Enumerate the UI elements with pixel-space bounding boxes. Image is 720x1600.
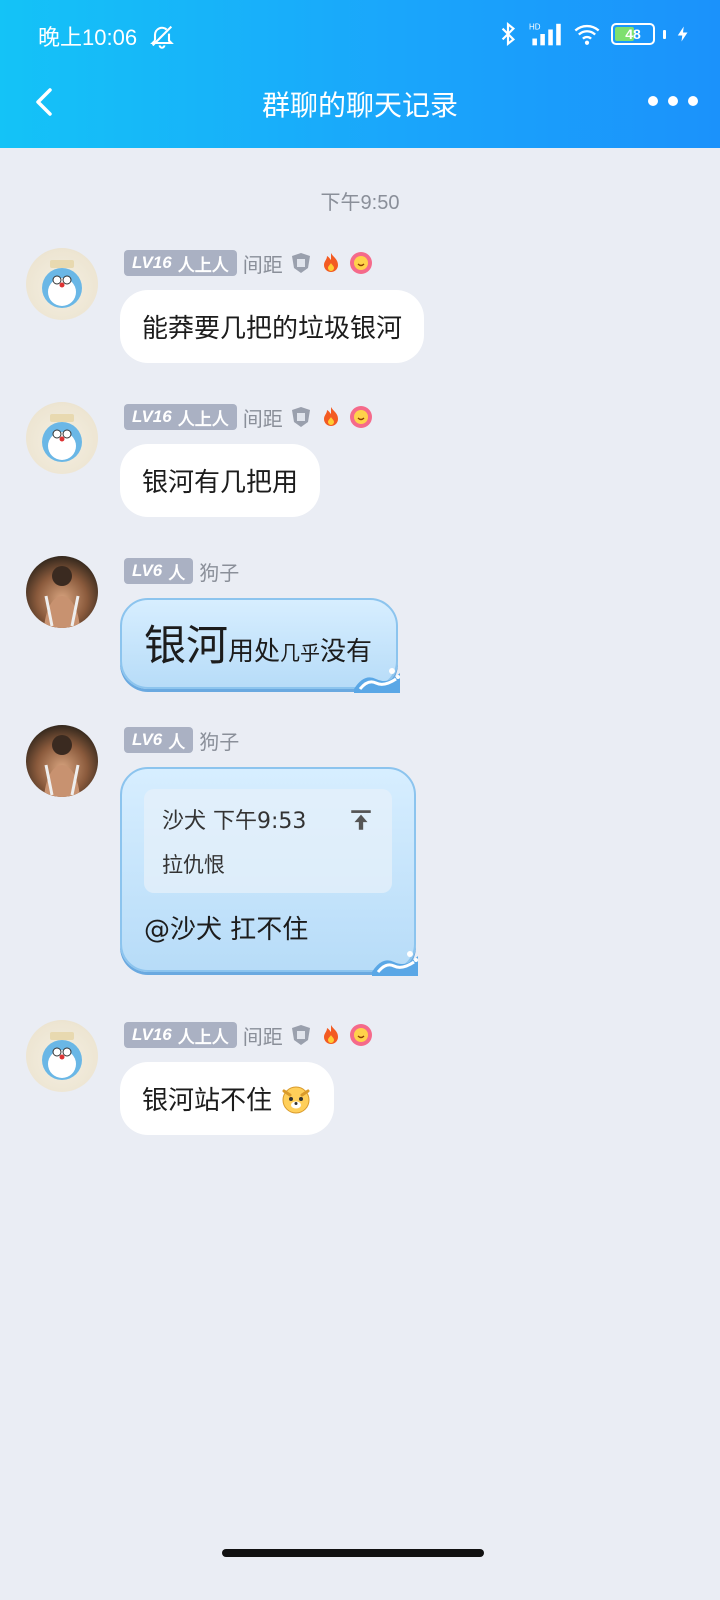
flower-face-icon: [349, 406, 372, 428]
message-bubble[interactable]: 能莽要几把的垃圾银河: [120, 290, 425, 363]
level-badge: LV6 人: [124, 727, 194, 753]
shield-badge-icon: [291, 1025, 310, 1045]
sender-name: 狗子: [199, 729, 240, 754]
fire-icon: [323, 253, 338, 272]
avatar[interactable]: [26, 556, 98, 628]
flower-face-icon: [349, 252, 372, 274]
reply-message-bubble[interactable]: 沙犬 下午9:53 拉仇恨 @沙犬 扛不住: [120, 767, 418, 976]
signal-icon: HD: [529, 22, 561, 46]
shield-badge-icon: [291, 407, 310, 427]
flower-face-icon: [349, 1024, 372, 1046]
sender-name: 间距: [242, 252, 283, 277]
avatar[interactable]: [26, 248, 98, 320]
wave-decoration-icon: [372, 951, 418, 976]
message-bubble[interactable]: 银河用处几乎没有: [120, 598, 401, 693]
header: 晚上10:06 HD 48 群聊的聊天记录: [0, 0, 720, 148]
person-avatar-icon: [44, 735, 80, 797]
wifi-icon: [574, 24, 600, 45]
page-title: 群聊的聊天记录: [261, 89, 458, 122]
level-badge: LV16 人上人: [124, 250, 237, 276]
avatar[interactable]: [26, 1020, 98, 1092]
sender-name: 间距: [242, 406, 283, 431]
message-bubble[interactable]: 银河有几把用: [120, 444, 321, 517]
doraemon-avatar-icon: [42, 414, 82, 462]
bell-off-icon: [150, 25, 174, 49]
level-badge: LV6 人: [124, 558, 194, 584]
reply-text: @沙犬 扛不住: [144, 915, 309, 945]
quoted-message[interactable]: 沙犬 下午9:53 拉仇恨: [144, 789, 392, 893]
chat-timestamp: 下午9:50: [320, 192, 400, 214]
level-badge: LV16 人上人: [124, 1022, 237, 1048]
doraemon-avatar-icon: [42, 1032, 82, 1080]
battery-tip: [663, 29, 666, 39]
nav-bar: 群聊的聊天记录: [0, 70, 720, 148]
level-badge: LV16 人上人: [124, 404, 237, 430]
jump-to-top-icon[interactable]: [348, 807, 374, 833]
sender-name: 狗子: [199, 560, 240, 585]
home-indicator[interactable]: [222, 1549, 484, 1557]
fire-icon: [323, 407, 338, 426]
avatar[interactable]: [26, 402, 98, 474]
status-bar: 晚上10:06 HD 48: [0, 0, 720, 70]
more-button[interactable]: [648, 88, 698, 114]
bluetooth-icon: [501, 21, 516, 47]
dog-face-emoji-icon: [282, 1086, 310, 1114]
shield-badge-icon: [291, 253, 310, 273]
doraemon-avatar-icon: [42, 260, 82, 308]
status-time: 晚上10:06: [38, 25, 138, 50]
message-bubble[interactable]: 银河站不住: [120, 1062, 335, 1135]
avatar[interactable]: [26, 725, 98, 797]
battery-indicator: 48: [611, 23, 655, 45]
fire-icon: [323, 1025, 338, 1044]
charging-icon: [677, 26, 688, 42]
person-avatar-icon: [44, 566, 80, 628]
sender-name: 间距: [242, 1024, 283, 1049]
svg-text:HD: HD: [529, 22, 541, 31]
wave-decoration-icon: [354, 668, 401, 693]
